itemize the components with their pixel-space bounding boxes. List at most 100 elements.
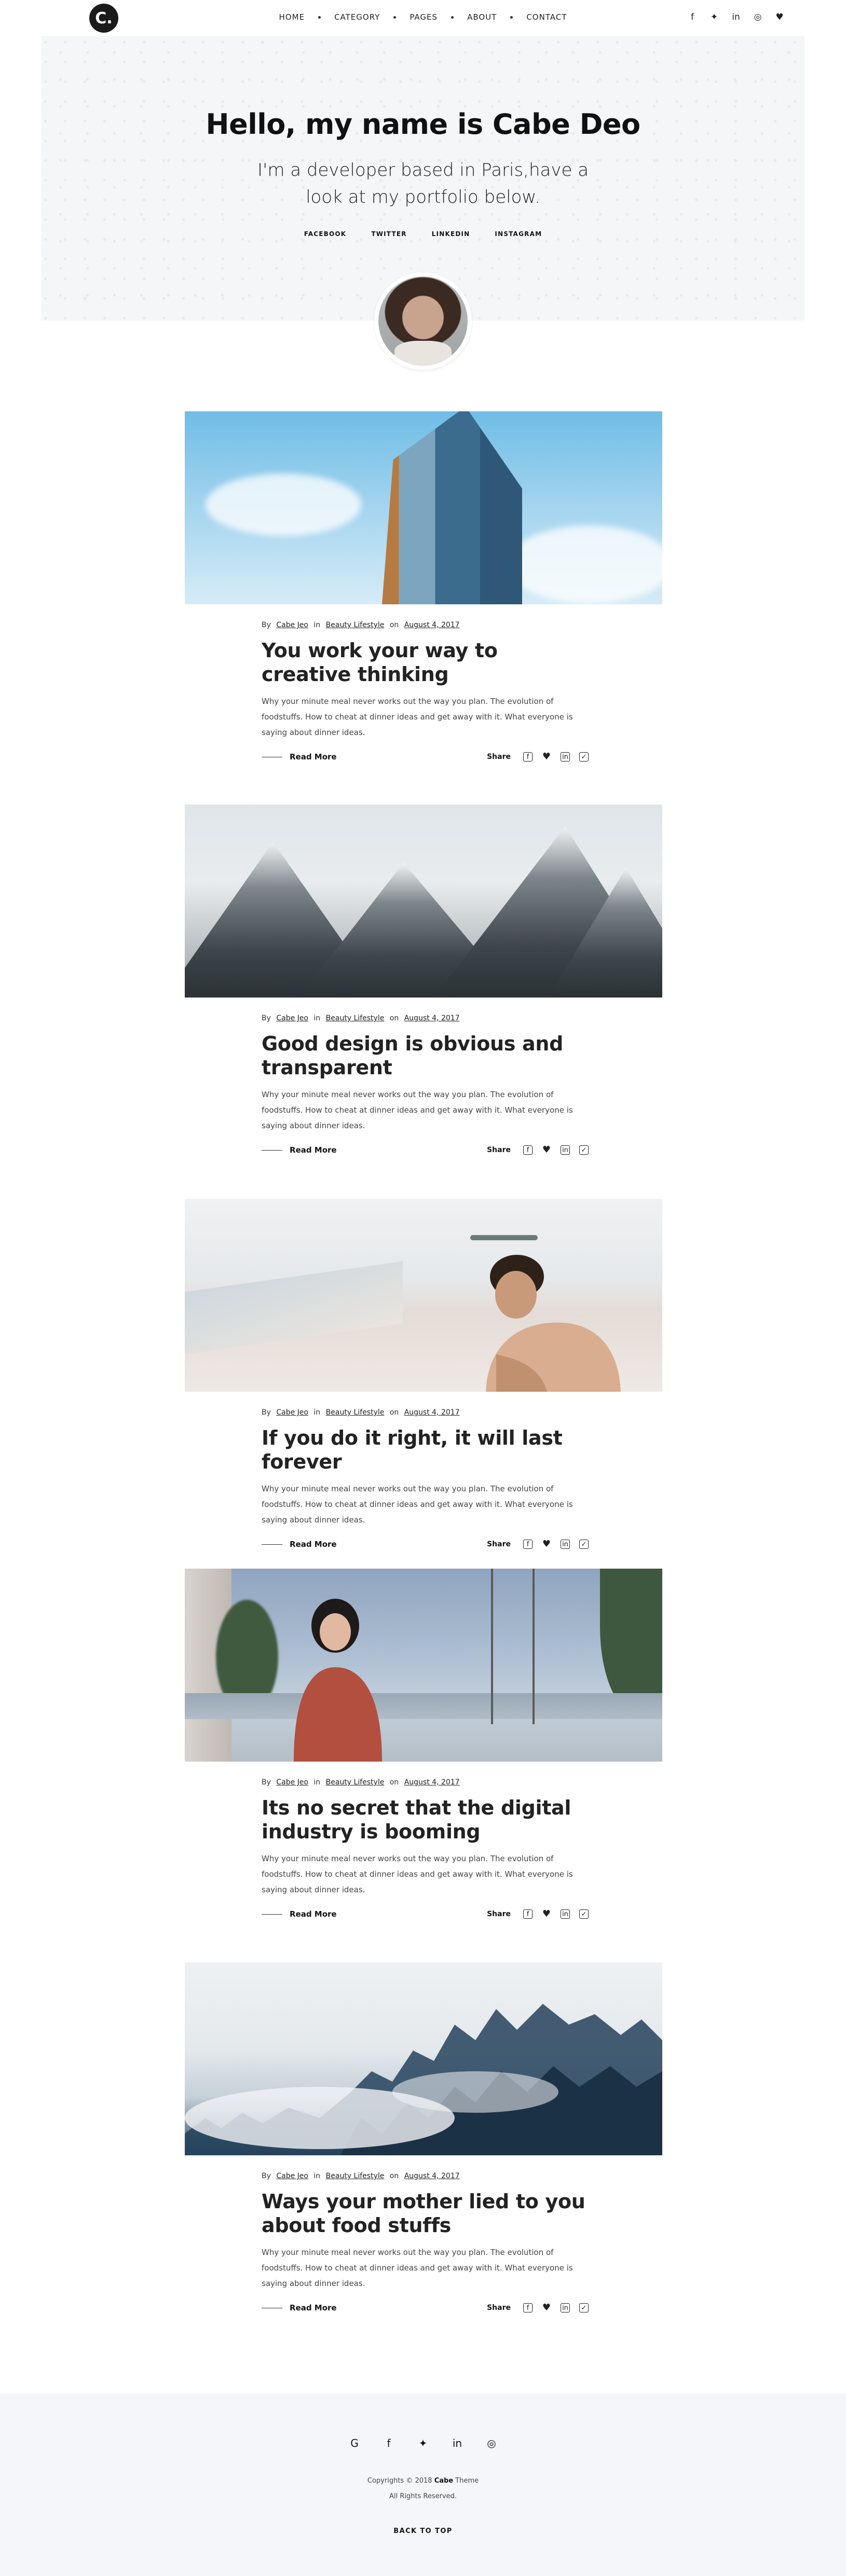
site-footer: G f ✦ in ◎ Copyrights © 2018 Cabe Theme … (0, 2393, 846, 2576)
nav-separator (451, 16, 454, 19)
nav-home[interactable]: HOME (274, 12, 310, 22)
heart-icon[interactable]: ♥ (542, 1540, 551, 1549)
twitter-icon[interactable]: ✓ (579, 752, 589, 761)
post-meta: By Cabe Jeo in Beauty Lifestyle on Augus… (262, 1408, 589, 1417)
person-figure (486, 1255, 621, 1392)
brand-name: Cabe (434, 2477, 454, 2485)
post-image[interactable] (185, 805, 662, 998)
post-date[interactable]: August 4, 2017 (404, 1778, 460, 1786)
hero-link-instagram[interactable]: INSTAGRAM (495, 230, 542, 238)
linkedin-icon[interactable]: in (561, 752, 570, 761)
hero-link-linkedin[interactable]: LINKEDIN (432, 230, 470, 238)
linkedin-icon[interactable]: in (561, 1540, 570, 1549)
linkedin-icon[interactable]: in (561, 1909, 570, 1919)
post-title[interactable]: If you do it right, it will last forever (262, 1426, 589, 1474)
nav-about[interactable]: ABOUT (462, 12, 502, 22)
meta-by-label: By (262, 1408, 271, 1417)
share-bar: Share f ♥ in ✓ (487, 1540, 589, 1549)
meta-on-label: on (389, 621, 399, 629)
instagram-icon[interactable]: ◎ (753, 12, 763, 22)
read-more-link[interactable]: Read More (262, 752, 337, 761)
facebook-icon[interactable]: f (383, 2437, 394, 2449)
post-category[interactable]: Beauty Lifestyle (326, 621, 385, 629)
post-body: By Cabe Jeo in Beauty Lifestyle on Augus… (262, 2172, 589, 2314)
hero-link-facebook[interactable]: FACEBOOK (304, 230, 347, 238)
nav-category[interactable]: CATEGORY (329, 12, 385, 22)
horizon-shape (185, 1693, 662, 1719)
twitter-icon[interactable]: ✦ (709, 12, 719, 22)
meta-in-label: in (313, 1778, 321, 1786)
heart-icon[interactable]: ♥ (542, 2303, 551, 2312)
meta-on-label: on (389, 1014, 399, 1022)
post-category[interactable]: Beauty Lifestyle (326, 1408, 385, 1417)
post-author[interactable]: Cabe Jeo (276, 621, 308, 629)
linkedin-icon[interactable]: in (731, 12, 741, 22)
meta-by-label: By (262, 1014, 271, 1022)
post-image[interactable] (185, 411, 662, 604)
cloud-shape (206, 474, 361, 536)
tree-shape (600, 1569, 662, 1714)
post-date[interactable]: August 4, 2017 (404, 2172, 460, 2180)
meta-on-label: on (389, 2172, 399, 2180)
post-title[interactable]: Good design is obvious and transparent (262, 1032, 589, 1079)
facebook-icon[interactable]: f (687, 12, 698, 22)
post-date[interactable]: August 4, 2017 (404, 1014, 460, 1022)
read-more-link[interactable]: Read More (262, 1145, 337, 1155)
heart-icon[interactable]: ♥ (542, 1145, 551, 1155)
twitter-icon[interactable]: ✓ (579, 1540, 589, 1549)
linkedin-icon[interactable]: in (452, 2437, 463, 2449)
post-title[interactable]: Its no secret that the digital industry … (262, 1796, 589, 1844)
post-author[interactable]: Cabe Jeo (276, 1014, 308, 1022)
swing-chain (533, 1569, 535, 1724)
twitter-icon[interactable]: ✓ (579, 2303, 589, 2312)
post-category[interactable]: Beauty Lifestyle (326, 1014, 385, 1022)
post-image[interactable] (185, 1199, 662, 1392)
post-meta: By Cabe Jeo in Beauty Lifestyle on Augus… (262, 621, 589, 629)
post-title[interactable]: Ways your mother lied to you about food … (262, 2190, 589, 2237)
linkedin-icon[interactable]: in (561, 1145, 570, 1155)
cloud-shape (507, 525, 662, 603)
heart-icon[interactable]: ♥ (774, 12, 785, 22)
post-body: By Cabe Jeo in Beauty Lifestyle on Augus… (262, 621, 589, 763)
facebook-icon[interactable]: f (523, 1540, 533, 1549)
share-label: Share (487, 1146, 511, 1154)
post-image[interactable] (185, 1569, 662, 1762)
post-body: By Cabe Jeo in Beauty Lifestyle on Augus… (262, 1408, 589, 1550)
meta-on-label: on (389, 1408, 399, 1417)
twitter-icon[interactable]: ✓ (579, 1145, 589, 1155)
post-image[interactable] (185, 1962, 662, 2155)
post-date[interactable]: August 4, 2017 (404, 621, 460, 629)
meta-in-label: in (313, 1408, 321, 1417)
read-more-link[interactable]: Read More (262, 1540, 337, 1549)
facebook-icon[interactable]: f (523, 1145, 533, 1155)
heart-icon[interactable]: ♥ (542, 752, 551, 761)
post-title[interactable]: You work your way to creative thinking (262, 639, 589, 686)
post-footer: Read More Share f ♥ in ✓ (262, 1144, 589, 1156)
post-excerpt: Why your minute meal never works out the… (262, 697, 573, 737)
facebook-icon[interactable]: f (523, 752, 533, 761)
hero-link-twitter[interactable]: TWITTER (371, 230, 406, 238)
meta-by-label: By (262, 621, 271, 629)
post-author[interactable]: Cabe Jeo (276, 1408, 308, 1417)
google-icon[interactable]: G (349, 2437, 360, 2449)
post-author[interactable]: Cabe Jeo (276, 2172, 308, 2180)
read-more-link[interactable]: Read More (262, 2303, 337, 2312)
post-date[interactable]: August 4, 2017 (404, 1408, 460, 1417)
facebook-icon[interactable]: f (523, 2303, 533, 2312)
twitter-icon[interactable]: ✓ (579, 1909, 589, 1919)
share-label: Share (487, 1540, 511, 1548)
twitter-icon[interactable]: ✦ (417, 2437, 429, 2449)
linkedin-icon[interactable]: in (561, 2303, 570, 2312)
heart-icon[interactable]: ♥ (542, 1909, 551, 1919)
read-more-link[interactable]: Read More (262, 1909, 337, 1919)
facebook-icon[interactable]: f (523, 1909, 533, 1919)
instagram-icon[interactable]: ◎ (486, 2437, 497, 2449)
post-category[interactable]: Beauty Lifestyle (326, 1778, 385, 1786)
nav-contact[interactable]: CONTACT (521, 12, 572, 22)
post-author[interactable]: Cabe Jeo (276, 1778, 308, 1786)
nav-pages[interactable]: PAGES (404, 12, 443, 22)
wave-shape (185, 1261, 403, 1354)
blog-post: By Cabe Jeo in Beauty Lifestyle on Augus… (185, 411, 662, 763)
post-category[interactable]: Beauty Lifestyle (326, 2172, 385, 2180)
back-to-top-link[interactable]: BACK TO TOP (0, 2527, 846, 2535)
